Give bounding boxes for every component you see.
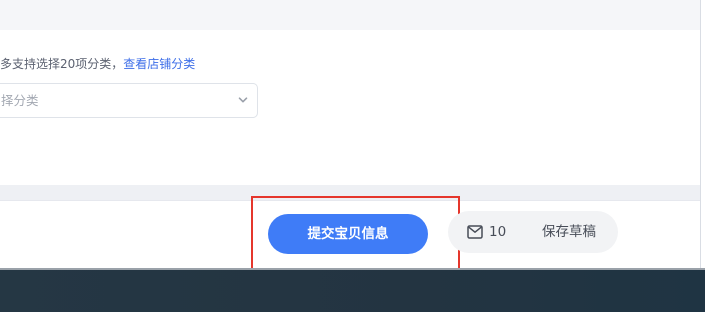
save-draft-button[interactable]: 保存草稿 <box>542 223 596 241</box>
mail-icon[interactable] <box>467 225 483 239</box>
submit-item-button[interactable]: 提交宝贝信息 <box>268 214 428 254</box>
top-band <box>0 0 700 30</box>
dark-footer <box>0 268 705 312</box>
chevron-down-icon <box>238 97 248 103</box>
category-select[interactable]: 择分类 <box>0 83 258 118</box>
draft-count: 10 <box>489 224 507 240</box>
view-store-categories-link[interactable]: 查看店铺分类 <box>123 57 195 71</box>
section-gap <box>0 185 700 200</box>
category-hint: 多支持选择20项分类，查看店铺分类 <box>0 56 195 72</box>
right-divider <box>700 0 701 268</box>
category-hint-text: 多支持选择20项分类， <box>0 57 124 71</box>
category-select-placeholder: 择分类 <box>1 93 39 108</box>
draft-group: 10 保存草稿 <box>448 211 618 253</box>
